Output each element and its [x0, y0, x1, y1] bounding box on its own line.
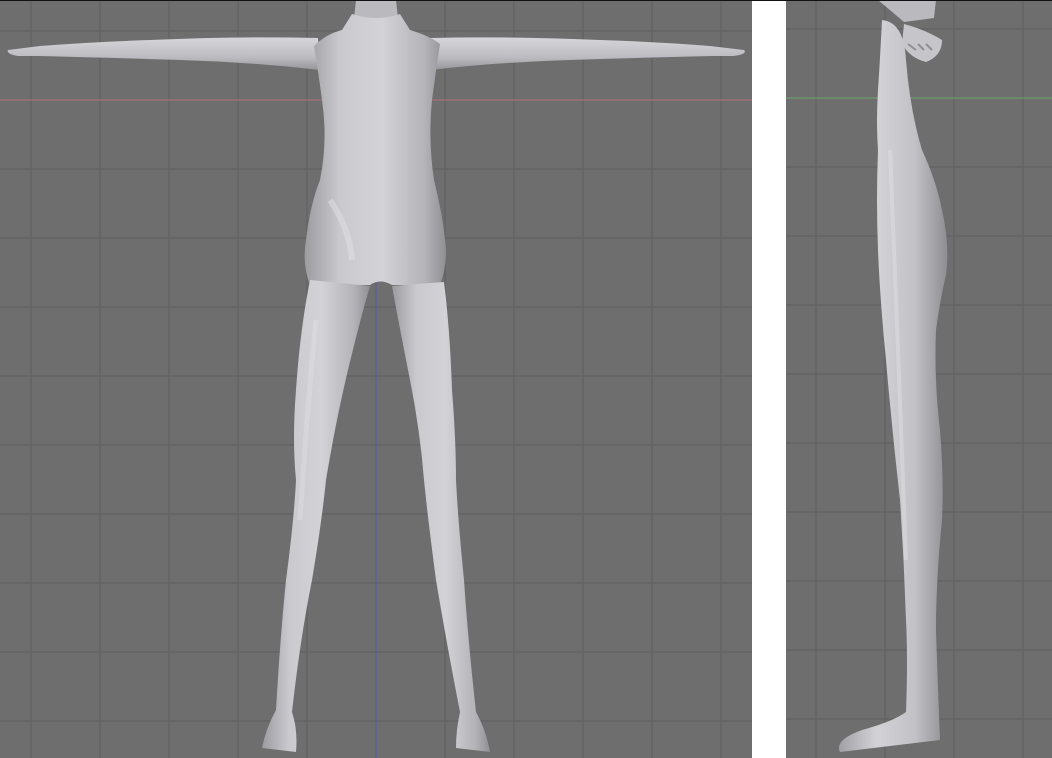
- top-window-edge: [0, 0, 1052, 1]
- dual-viewport-workspace: [0, 0, 1052, 758]
- torso-shape: [304, 14, 446, 285]
- front-ortho-viewport[interactable]: [0, 0, 752, 758]
- side-ortho-viewport[interactable]: [786, 0, 1052, 758]
- front-viewport-canvas[interactable]: [0, 0, 752, 758]
- side-viewport-canvas[interactable]: [786, 0, 1052, 758]
